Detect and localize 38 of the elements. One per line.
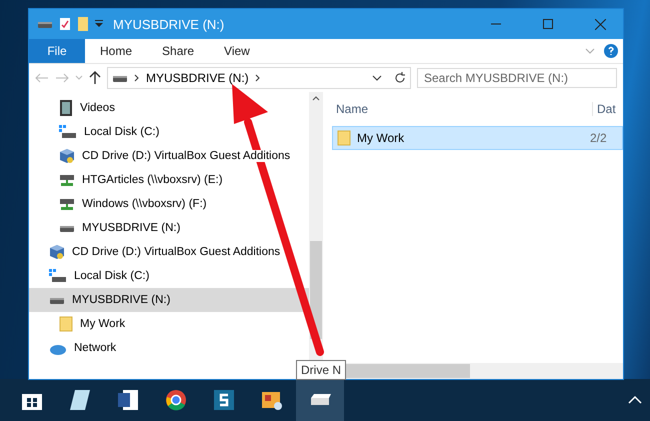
drive-icon [37,19,53,29]
address-bar[interactable]: MYUSBDRIVE (N:) [107,67,411,89]
folder-icon [337,130,351,146]
cube-icon [49,244,65,260]
drive-icon [59,223,75,233]
dropdown-icon[interactable] [372,74,382,82]
close-icon [594,18,606,30]
disk-icon [59,125,77,139]
capture-app-icon [213,389,235,411]
window-title: MYUSBDRIVE (N:) [113,16,226,32]
cube-icon [59,148,75,164]
folder-icon [77,16,89,32]
taskbar-button[interactable] [296,379,344,421]
address-path[interactable]: MYUSBDRIVE (N:) [146,71,249,85]
column-header[interactable]: Dat [592,102,616,116]
browser-icon [165,389,187,411]
drive-icon [309,393,331,407]
notepad-icon [69,389,91,411]
properties-icon [59,17,71,31]
nav-item[interactable]: MYUSBDRIVE (N:) [29,288,309,312]
network-drive-icon [59,197,75,211]
chevron-icon[interactable] [628,395,642,405]
chevron-icon [254,74,261,82]
file-row[interactable]: My Work 2/2 [332,126,623,150]
film-icon [59,100,73,116]
up-icon[interactable] [89,71,101,85]
chevron-icon [134,74,140,82]
drive-icon [49,295,65,305]
search-field[interactable]: Search MYUSBDRIVE (N:) [417,68,617,88]
network-drive-icon [59,173,75,187]
column-header[interactable]: Name [332,102,592,116]
file-button[interactable]: File [29,39,85,63]
maximize-icon [543,19,553,29]
tooltip: Drive N [296,360,346,380]
folder-icon [59,316,73,332]
refresh-icon[interactable] [394,72,406,84]
drive-icon [112,73,128,83]
disk-icon [49,269,67,283]
